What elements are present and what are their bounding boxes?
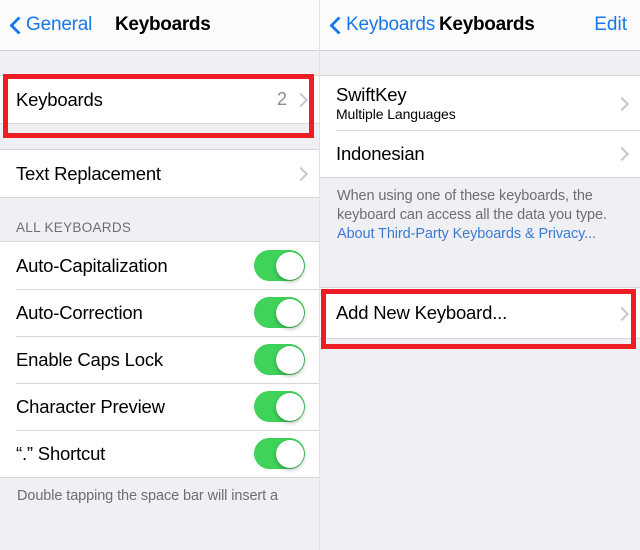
right-bottom-spacer: [320, 339, 640, 539]
row-character-preview[interactable]: Character Preview: [0, 383, 319, 430]
row-keyboards-label: Keyboards: [16, 88, 103, 110]
row-enable-caps-lock-label: Enable Caps Lock: [16, 348, 163, 370]
back-button-general[interactable]: General: [10, 0, 92, 50]
back-chevron-icon: [10, 16, 21, 35]
left-footer-text: Double tapping the space bar will insert…: [17, 488, 278, 504]
row-text-replacement[interactable]: Text Replacement: [0, 150, 319, 197]
toggle-knob: [275, 298, 304, 327]
edit-button[interactable]: Edit: [594, 0, 627, 50]
section-header-all-keyboards: ALL KEYBOARDS: [16, 220, 132, 235]
right-navigation-bar: Keyboards Keyboards Edit: [320, 0, 640, 51]
row-enable-caps-lock[interactable]: Enable Caps Lock: [0, 336, 319, 383]
toggle-auto-correction[interactable]: [254, 297, 305, 328]
row-keyboard-indonesian[interactable]: Indonesian: [320, 130, 640, 177]
back-chevron-icon: [330, 16, 341, 35]
toggle-knob: [275, 251, 304, 280]
all-keyboards-header-container: ALL KEYBOARDS: [0, 198, 319, 241]
chevron-right-icon: [617, 96, 626, 111]
row-keyboard-indonesian-label: Indonesian: [336, 142, 425, 164]
back-button-label: Keyboards: [346, 14, 436, 35]
toggle-period-shortcut[interactable]: [254, 438, 305, 469]
settings-split-view: General Keyboards Keyboards 2 Text Repla…: [0, 0, 640, 550]
row-add-new-keyboard[interactable]: Add New Keyboard...: [320, 288, 640, 338]
back-button-label: General: [26, 14, 93, 35]
chevron-right-icon: [296, 92, 305, 107]
installed-keyboards-group: SwiftKey Multiple Languages Indonesian: [320, 75, 640, 178]
row-text-replacement-label: Text Replacement: [16, 162, 161, 184]
left-panel-keyboards-settings: General Keyboards Keyboards 2 Text Repla…: [0, 0, 320, 550]
text-replacement-group: Text Replacement: [0, 149, 319, 198]
left-footer-container: Double tapping the space bar will insert…: [0, 478, 319, 518]
row-period-shortcut[interactable]: “.” Shortcut: [0, 430, 319, 477]
privacy-policy-link[interactable]: About Third-Party Keyboards & Privacy...: [337, 226, 596, 242]
toggle-character-preview[interactable]: [254, 391, 305, 422]
toggle-knob: [275, 392, 304, 421]
privacy-footer-container: When using one of these keyboards, the k…: [320, 178, 640, 287]
row-auto-correction-label: Auto-Correction: [16, 301, 143, 323]
row-auto-capitalization-label: Auto-Capitalization: [16, 254, 168, 276]
right-page-title: Keyboards: [439, 14, 535, 35]
add-keyboard-group: Add New Keyboard...: [320, 287, 640, 339]
right-spacer-top: [320, 51, 640, 75]
row-character-preview-label: Character Preview: [16, 395, 165, 417]
chevron-right-icon: [617, 146, 626, 161]
row-add-new-keyboard-label: Add New Keyboard...: [336, 302, 508, 323]
left-navigation-bar: General Keyboards: [0, 0, 319, 51]
row-keyboard-swiftkey-title: SwiftKey: [336, 83, 407, 105]
left-page-title: Keyboards: [115, 14, 211, 35]
row-keyboard-swiftkey-subtitle: Multiple Languages: [336, 105, 456, 122]
left-spacer-top: [0, 51, 319, 75]
chevron-right-icon: [296, 166, 305, 181]
toggle-enable-caps-lock[interactable]: [254, 344, 305, 375]
privacy-footer-body: When using one of these keyboards, the k…: [337, 188, 607, 223]
keyboards-group: Keyboards 2: [0, 75, 319, 124]
toggle-auto-capitalization[interactable]: [254, 250, 305, 281]
all-keyboards-group: Auto-Capitalization Auto-Correction Enab…: [0, 241, 319, 478]
privacy-footer-text: When using one of these keyboards, the k…: [320, 178, 640, 244]
right-panel-keyboards-list: Keyboards Keyboards Edit SwiftKey Multip…: [320, 0, 640, 550]
row-keyboards-count: 2: [276, 89, 287, 109]
row-keyboards[interactable]: Keyboards 2: [0, 76, 319, 123]
toggle-knob: [275, 439, 304, 468]
row-period-shortcut-label: “.” Shortcut: [16, 442, 106, 464]
left-spacer-mid: [0, 124, 319, 149]
row-auto-capitalization[interactable]: Auto-Capitalization: [0, 242, 319, 289]
row-keyboard-swiftkey-stack: SwiftKey Multiple Languages: [336, 84, 617, 123]
row-keyboard-swiftkey[interactable]: SwiftKey Multiple Languages: [320, 76, 640, 130]
toggle-knob: [275, 345, 304, 374]
row-auto-correction[interactable]: Auto-Correction: [0, 289, 319, 336]
back-button-keyboards[interactable]: Keyboards: [330, 0, 435, 50]
chevron-right-icon: [617, 306, 626, 321]
